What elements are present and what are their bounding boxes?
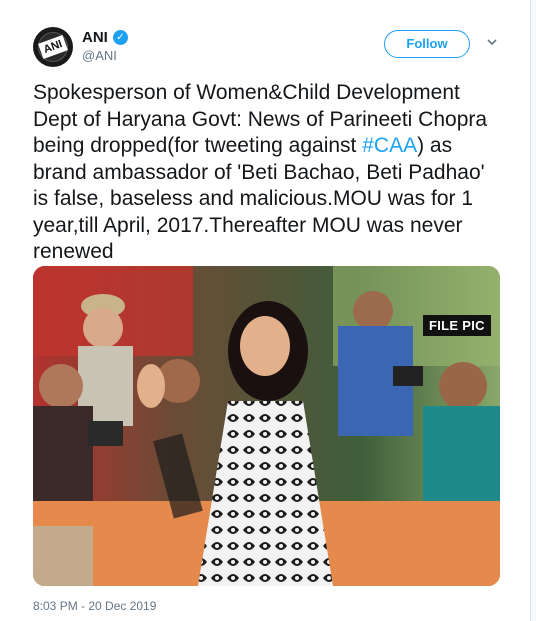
person-2-body — [33, 406, 93, 506]
face-1 — [83, 308, 123, 348]
tweet-timestamp[interactable]: 8:03 PM - 20 Dec 2019 — [33, 599, 156, 613]
chevron-down-glyph — [487, 39, 497, 46]
sign — [33, 526, 93, 586]
waving-hand — [137, 364, 165, 408]
scrollbar[interactable] — [530, 0, 536, 621]
face-5 — [439, 362, 487, 410]
account-handle[interactable]: @ANI — [82, 48, 117, 63]
camera — [88, 421, 123, 446]
phone — [393, 366, 423, 386]
photo-illustration — [33, 266, 500, 586]
avatar[interactable]: ANI — [33, 27, 73, 67]
follow-button[interactable]: Follow — [384, 30, 470, 58]
tweet-card: ANI ANI ✓ @ANI Follow Spokesperson of Wo… — [0, 0, 531, 621]
account-name[interactable]: ANI — [82, 29, 108, 46]
tweet-text: Spokesperson of Women&Child Development … — [33, 80, 503, 266]
chevron-down-icon[interactable] — [486, 36, 498, 48]
verified-badge-icon: ✓ — [113, 30, 128, 45]
file-pic-badge: FILE PIC — [423, 315, 491, 336]
hashtag-link[interactable]: #CAA — [362, 134, 417, 157]
face-4 — [353, 291, 393, 331]
face-2 — [39, 364, 83, 408]
main-face — [240, 316, 290, 376]
tweet-photo[interactable] — [33, 266, 500, 586]
